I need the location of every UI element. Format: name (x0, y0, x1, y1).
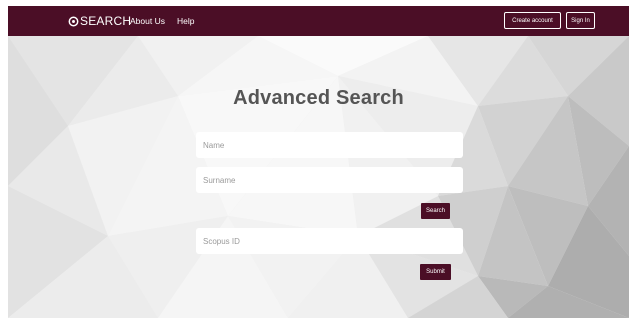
page-title: Advanced Search (233, 87, 404, 109)
nav-link-about-us[interactable]: About Us (130, 6, 165, 36)
top-navbar: SEARCH About Us Help Create account Sign… (8, 6, 629, 36)
name-input[interactable]: Name (196, 132, 463, 158)
nav-link-help[interactable]: Help (177, 6, 194, 36)
search-circle-icon (68, 16, 79, 26)
surname-input[interactable]: Surname (196, 167, 463, 193)
page: SEARCH About Us Help Create account Sign… (0, 0, 637, 318)
brand-label: SEARCH (80, 14, 132, 28)
search-button[interactable]: Search (421, 203, 450, 219)
create-account-button[interactable]: Create account (504, 12, 561, 29)
scopus-id-input[interactable]: Scopus ID (196, 228, 463, 254)
submit-button[interactable]: Submit (420, 264, 451, 280)
sign-in-button[interactable]: Sign In (566, 12, 595, 29)
brand-logo[interactable]: SEARCH (68, 6, 131, 36)
